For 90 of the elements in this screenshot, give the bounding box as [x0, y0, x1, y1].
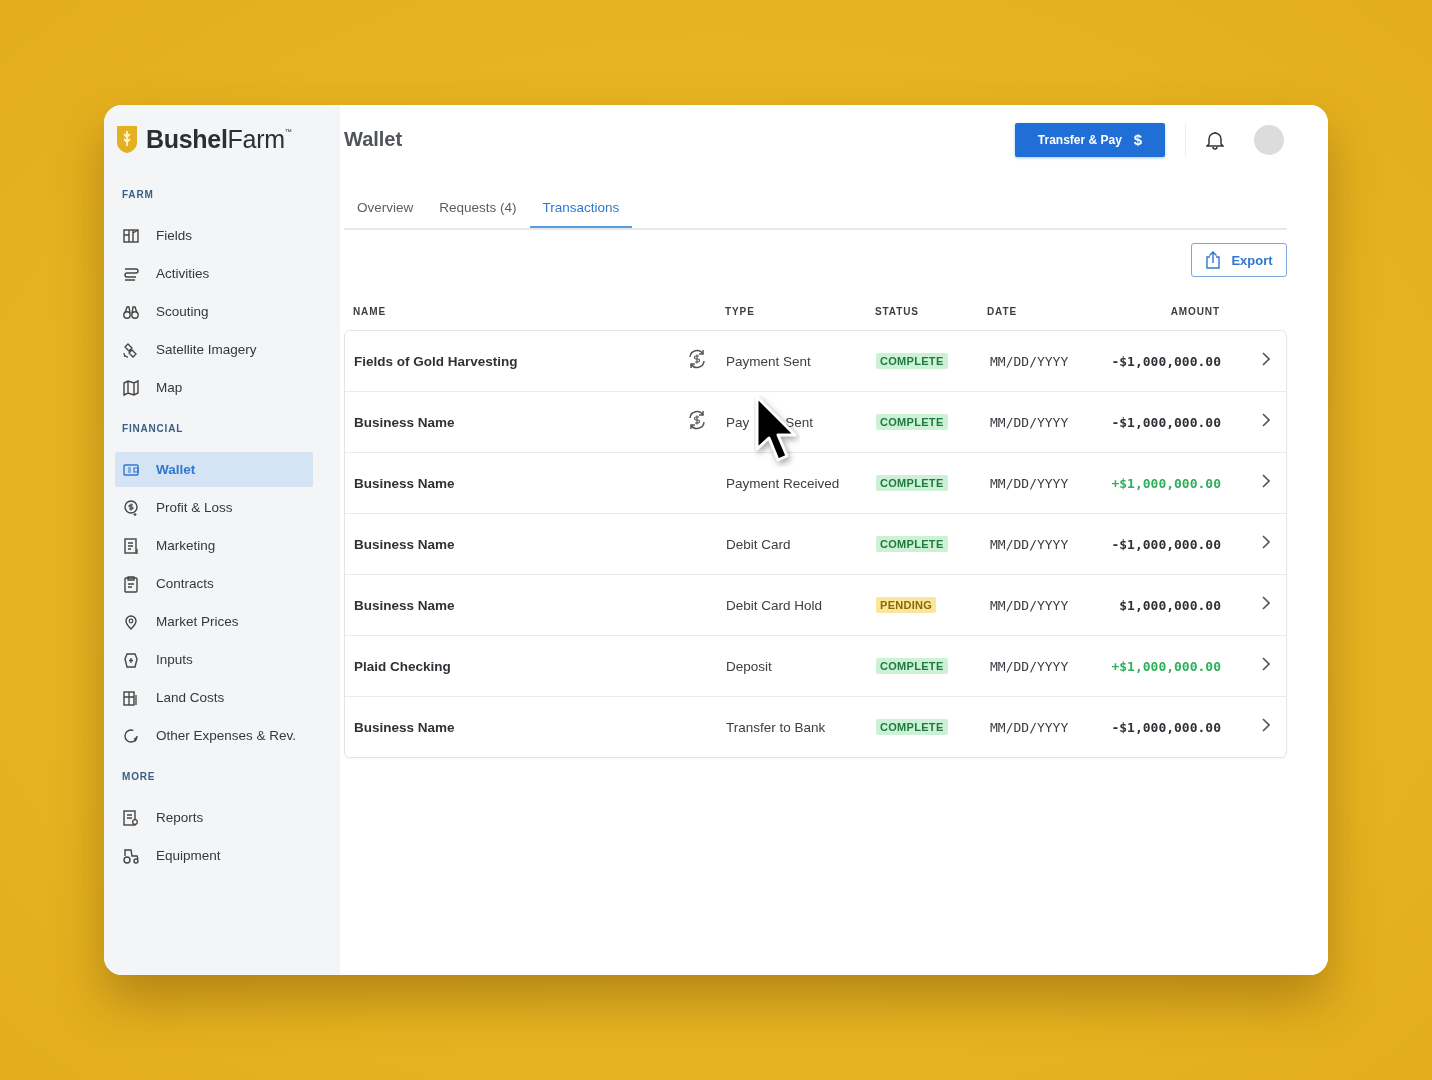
tab[interactable]: Requests (4) — [426, 188, 530, 228]
tab[interactable]: Transactions — [529, 188, 633, 228]
export-button[interactable]: Export — [1191, 243, 1287, 277]
transaction-type: Debit Card — [726, 536, 791, 552]
transaction-row[interactable]: Business Name Payment Received COMPLETE MM/DD/YYYY +$1,000,000.00 — [345, 452, 1286, 513]
column-header: AMOUNT — [1169, 306, 1220, 317]
nav-item[interactable]: Other Expenses & Rev. — [115, 718, 313, 753]
tractor-icon — [122, 846, 140, 865]
transaction-date: MM/DD/YYYY — [989, 536, 1070, 552]
building-icon — [122, 688, 140, 707]
payee-name: Business Name — [353, 719, 456, 735]
status-badge: COMPLETE — [876, 658, 948, 674]
nav-item[interactable]: Activities — [115, 256, 313, 291]
payee-name: Fields of Gold Harvesting — [353, 353, 519, 369]
transfer-pay-button[interactable]: Transfer & Pay $ — [1015, 122, 1165, 157]
payee-name: Business Name — [353, 597, 456, 613]
document-icon — [122, 536, 140, 555]
nav-item[interactable]: Equipment — [115, 838, 313, 873]
transaction-amount: +$1,000,000.00 — [1111, 475, 1221, 491]
chevron-right-icon[interactable] — [1262, 596, 1270, 610]
nav-item[interactable]: Inputs — [115, 642, 313, 677]
logo-icon — [116, 125, 138, 154]
column-header: NAME — [352, 306, 388, 317]
map-icon — [122, 378, 140, 397]
transaction-date: MM/DD/YYYY — [989, 353, 1070, 369]
transaction-type: Payment Received — [726, 475, 840, 491]
transaction-type: Deposit — [726, 658, 772, 674]
transaction-row[interactable]: Business Name Debit Card Hold PENDING MM/DD/YYYY $1,000,000.00 — [345, 574, 1286, 635]
status-badge: COMPLETE — [876, 414, 948, 430]
transaction-date: MM/DD/YYYY — [989, 658, 1070, 674]
status-badge: COMPLETE — [876, 353, 948, 369]
status-badge: COMPLETE — [876, 475, 948, 491]
section-heading: MORE — [122, 771, 156, 782]
transaction-row[interactable]: Plaid Checking Deposit COMPLETE MM/DD/YYYY +$1,000,000.00 — [345, 635, 1286, 696]
pin-icon — [122, 612, 140, 631]
report-icon — [122, 808, 140, 827]
payee-name: Business Name — [353, 414, 456, 430]
status-badge: PENDING — [876, 597, 937, 613]
transaction-type: Debit Card Hold — [726, 597, 823, 613]
chevron-right-icon[interactable] — [1262, 474, 1270, 488]
nav-item[interactable]: Map — [115, 370, 313, 405]
transaction-date: MM/DD/YYYY — [989, 597, 1070, 613]
transaction-type: Sent — [785, 414, 814, 430]
nav-item[interactable]: Land Costs — [115, 680, 313, 715]
transaction-row[interactable]: Fields of Gold Harvesting Payment Sent COMPLETE MM/DD/YYYY -$1,000,000.00 — [345, 331, 1286, 391]
brand-name: BushelFarm$^{™}$ — [146, 125, 292, 154]
nav-item[interactable]: Market Prices — [115, 604, 313, 639]
column-header: DATE — [986, 306, 1019, 317]
notification-bell-icon[interactable] — [1206, 129, 1224, 150]
section-heading: FINANCIAL — [122, 423, 184, 434]
column-header: STATUS — [874, 306, 920, 317]
tab[interactable]: Overview — [344, 188, 427, 228]
payee-name: Plaid Checking — [353, 658, 452, 674]
transaction-type: Payment Sent — [726, 353, 811, 369]
transaction-amount: -$1,000,000.00 — [1111, 536, 1221, 552]
chevron-right-icon[interactable] — [1262, 535, 1270, 549]
chevron-right-icon[interactable] — [1262, 413, 1270, 427]
nav-item[interactable]: Satellite Imagery — [115, 332, 313, 367]
nav-item[interactable]: Reports — [115, 800, 313, 835]
status-badge: COMPLETE — [876, 536, 948, 552]
section-heading: FARM — [122, 189, 154, 200]
nav-item[interactable]: Fields — [115, 218, 313, 253]
transaction-type: Transfer to Bank — [726, 719, 826, 735]
chevron-right-icon[interactable] — [1262, 657, 1270, 671]
transaction-date: MM/DD/YYYY — [989, 719, 1070, 735]
transaction-amount: $1,000,000.00 — [1119, 597, 1221, 613]
dollar-circle-icon — [122, 498, 140, 517]
grid-icon — [122, 226, 140, 245]
payee-name: Business Name — [353, 536, 456, 552]
nav-item[interactable]: Profit & Loss — [115, 490, 313, 525]
transaction-date: MM/DD/YYYY — [989, 414, 1070, 430]
transaction-row[interactable]: Business Name Transfer to Bank COMPLETE MM/DD/YYYY -$1,000,000.00 — [345, 696, 1286, 757]
nav-item[interactable]: Scouting — [115, 294, 313, 329]
transaction-amount: -$1,000,000.00 — [1111, 719, 1221, 735]
payee-name: Business Name — [353, 475, 456, 491]
transaction-date: MM/DD/YYYY — [989, 475, 1070, 491]
status-badge: COMPLETE — [876, 719, 948, 735]
transaction-row[interactable]: Business Name Debit Card COMPLETE MM/DD/YYYY -$1,000,000.00 — [345, 513, 1286, 574]
transaction-amount: +$1,000,000.00 — [1111, 658, 1221, 674]
nav-item[interactable]: Contracts — [115, 566, 313, 601]
chevron-right-icon[interactable] — [1262, 352, 1270, 366]
transaction-type: Pay — [726, 414, 750, 430]
clipboard-icon — [122, 574, 140, 593]
column-header: TYPE — [724, 306, 756, 317]
nav-item[interactable]: Marketing — [115, 528, 313, 563]
share-icon — [1205, 251, 1222, 269]
page-title: Wallet — [344, 128, 404, 151]
chevron-right-icon[interactable] — [1262, 718, 1270, 732]
transaction-amount: -$1,000,000.00 — [1111, 353, 1221, 369]
transaction-amount: -$1,000,000.00 — [1111, 414, 1221, 430]
